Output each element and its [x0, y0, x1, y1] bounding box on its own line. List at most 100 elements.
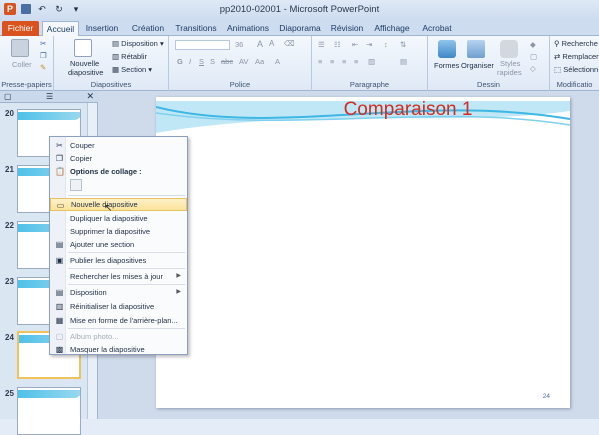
shrink-font-icon[interactable]: A	[269, 39, 274, 48]
shapes-button[interactable]: Formes	[434, 61, 459, 70]
menu-item-new-slide[interactable]: ▭ Nouvelle diapositive	[50, 198, 187, 211]
cut-icon[interactable]: ✂	[40, 39, 46, 48]
publish-icon: ▣	[55, 256, 64, 265]
clear-format-icon[interactable]: ⌫	[284, 39, 295, 48]
menu-item-add-section-label: Ajouter une section	[70, 240, 135, 249]
align-center-icon[interactable]: ≡	[330, 57, 334, 66]
grow-font-icon[interactable]: A	[257, 39, 263, 49]
spacing-icon[interactable]: AV	[239, 57, 248, 66]
slides-tab-icon[interactable]: ▢	[4, 92, 12, 101]
replace-button[interactable]: ⇄ Remplacer	[554, 52, 599, 61]
justify-icon[interactable]: ≡	[354, 57, 358, 66]
reset-button[interactable]: ▥ Rétablir	[112, 52, 147, 61]
section-icon: ▤	[55, 240, 64, 249]
tab-acrobat[interactable]: Acrobat	[420, 21, 454, 36]
tab-view[interactable]: Affichage	[372, 21, 412, 36]
layout-button[interactable]: ▤ Disposition ▾	[112, 39, 164, 48]
menu-item-check-updates-label: Rechercher les mises à jour	[70, 272, 163, 281]
menu-item-hide-slide[interactable]: ▩ Masquer la diapositive	[50, 343, 187, 356]
tab-design[interactable]: Création	[128, 21, 168, 36]
columns-icon[interactable]: ▥	[368, 57, 375, 66]
numbering-icon[interactable]: ☷	[334, 40, 341, 49]
italic-icon[interactable]: I	[189, 57, 191, 66]
menu-item-format-background[interactable]: ▦ Mise en forme de l'arrière-plan...	[50, 314, 187, 327]
outline-tab-icon[interactable]: ☰	[46, 92, 53, 101]
select-button[interactable]: ⬚ Sélectionn	[554, 65, 598, 74]
paste-option-icon[interactable]	[70, 179, 82, 191]
format-painter-icon[interactable]: ✎	[40, 63, 46, 72]
context-menu: ✂ Couper ❐ Copier 📋 Options de collage : ▭ N…	[49, 136, 188, 355]
find-button[interactable]: ⚲ Recherche	[554, 39, 598, 48]
menu-item-cut[interactable]: ✂ Couper	[50, 139, 187, 152]
current-slide[interactable]: Comparaison 1 24	[156, 97, 570, 408]
tab-insert[interactable]: Insertion	[83, 21, 121, 36]
tab-review[interactable]: Révision	[329, 21, 365, 36]
font-color-icon[interactable]: A	[275, 57, 280, 66]
bullets-icon[interactable]: ☰	[318, 40, 325, 49]
shadow-icon[interactable]: S	[210, 57, 215, 66]
reset-label: Rétablir	[121, 52, 148, 61]
smartart-icon[interactable]: ▤	[400, 57, 407, 66]
menu-item-layout[interactable]: ▤ Disposition ▶	[50, 286, 187, 299]
paste-button[interactable]: Coller	[12, 60, 32, 69]
section-label: Section	[121, 65, 147, 74]
menu-item-cut-label: Couper	[70, 141, 95, 150]
quick-styles-line2[interactable]: rapides	[497, 68, 522, 77]
tab-animations[interactable]: Animations	[226, 21, 270, 36]
bold-icon[interactable]: G	[177, 57, 183, 66]
menu-item-reset-slide[interactable]: ▥ Réinitialiser la diapositive	[50, 300, 187, 313]
group-label-slides: Diapositives	[90, 80, 132, 89]
underline-icon[interactable]: S	[199, 57, 204, 66]
menu-item-check-updates[interactable]: Rechercher les mises à jour ▶	[50, 270, 187, 283]
layout-label: Disposition	[121, 39, 158, 48]
mouse-cursor-icon: ↖	[104, 203, 113, 214]
section-button[interactable]: ▦ Section ▾	[112, 65, 152, 74]
thumbnail-number: 22	[5, 221, 14, 230]
tab-slideshow[interactable]: Diaporama	[278, 21, 322, 36]
quick-styles-icon[interactable]	[500, 40, 518, 58]
close-pane-icon[interactable]: ✕	[86, 91, 94, 102]
group-slides: Nouvelle diapositive ▤ Disposition ▾ ▥ R…	[54, 36, 169, 91]
find-label: Recherche	[561, 39, 598, 48]
slide-thumbnail-25[interactable]	[17, 387, 81, 435]
layout-icon: ▤	[55, 288, 64, 297]
tab-home[interactable]: Accueil	[42, 21, 79, 37]
decrease-indent-icon[interactable]: ⇤	[352, 40, 358, 49]
new-slide-icon[interactable]	[74, 39, 92, 57]
slide-title[interactable]: Comparaison 1	[156, 99, 570, 121]
new-slide-button-line1[interactable]: Nouvelle	[70, 59, 99, 68]
tab-file[interactable]: Fichier	[2, 21, 39, 36]
increase-indent-icon[interactable]: ⇥	[366, 40, 372, 49]
quick-styles-line1[interactable]: Styles	[500, 59, 520, 68]
arrange-icon[interactable]	[467, 40, 485, 58]
copy-icon[interactable]: ❐	[40, 51, 47, 60]
select-icon: ⬚	[554, 65, 562, 74]
shape-fill-icon[interactable]: ◆	[530, 40, 536, 49]
tab-transitions[interactable]: Transitions	[174, 21, 218, 36]
replace-label: Remplacer	[562, 52, 599, 61]
menu-paste-options-label: Options de collage :	[70, 167, 142, 176]
menu-item-copy[interactable]: ❐ Copier	[50, 152, 187, 165]
change-case-icon[interactable]: Aa	[255, 57, 264, 66]
font-size-field[interactable]: 36	[235, 40, 243, 49]
menu-item-publish-slides[interactable]: ▣ Publier les diapositives	[50, 254, 187, 267]
copy-icon: ❐	[55, 154, 64, 163]
align-left-icon[interactable]: ≡	[318, 57, 322, 66]
line-spacing-icon[interactable]: ↕	[384, 40, 388, 49]
shapes-icon[interactable]	[438, 40, 456, 58]
menu-item-duplicate-slide[interactable]: Dupliquer la diapositive	[50, 212, 187, 225]
arrange-button[interactable]: Organiser	[461, 61, 494, 70]
menu-item-delete-slide[interactable]: Supprimer la diapositive	[50, 225, 187, 238]
thumbnail-pane-header: ▢ ☰ ✕	[0, 91, 98, 103]
menu-item-copy-label: Copier	[70, 154, 93, 163]
align-right-icon[interactable]: ≡	[342, 57, 346, 66]
group-label-editing: Modificatio	[556, 80, 593, 89]
strikethrough-icon[interactable]: abc	[221, 57, 233, 66]
shape-effects-icon[interactable]: ◇	[530, 64, 536, 73]
font-name-field[interactable]	[175, 40, 230, 50]
shape-outline-icon[interactable]: ▢	[530, 52, 537, 61]
new-slide-button-line2[interactable]: diapositive	[68, 68, 103, 77]
paste-icon[interactable]	[11, 39, 29, 57]
menu-item-add-section[interactable]: ▤ Ajouter une section	[50, 238, 187, 251]
text-direction-icon[interactable]: ⇅	[400, 40, 406, 49]
